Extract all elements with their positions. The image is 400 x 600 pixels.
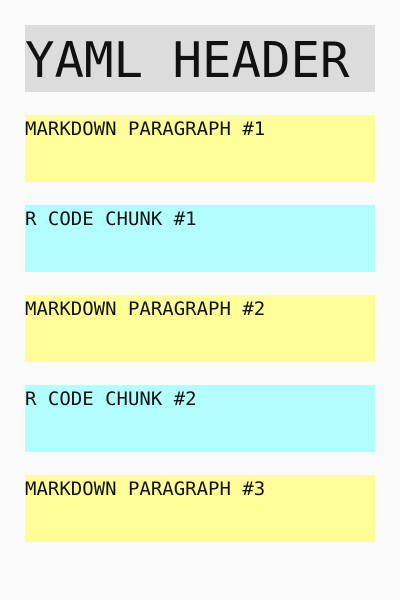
markdown-paragraph-block: MARKDOWN PARAGRAPH #2 (25, 295, 375, 362)
r-code-chunk-label: R CODE CHUNK #2 (25, 388, 197, 410)
markdown-paragraph-label: MARKDOWN PARAGRAPH #2 (25, 298, 266, 320)
r-code-chunk-block: R CODE CHUNK #2 (25, 385, 375, 452)
markdown-paragraph-label: MARKDOWN PARAGRAPH #3 (25, 478, 266, 500)
yaml-header-label: YAML HEADER (25, 32, 350, 89)
markdown-paragraph-block: MARKDOWN PARAGRAPH #3 (25, 475, 375, 542)
rmarkdown-structure-diagram: YAML HEADER MARKDOWN PARAGRAPH #1 R CODE… (0, 0, 400, 600)
r-code-chunk-label: R CODE CHUNK #1 (25, 208, 197, 230)
yaml-header-block: YAML HEADER (25, 25, 375, 92)
markdown-paragraph-block: MARKDOWN PARAGRAPH #1 (25, 115, 375, 182)
markdown-paragraph-label: MARKDOWN PARAGRAPH #1 (25, 118, 266, 140)
r-code-chunk-block: R CODE CHUNK #1 (25, 205, 375, 272)
